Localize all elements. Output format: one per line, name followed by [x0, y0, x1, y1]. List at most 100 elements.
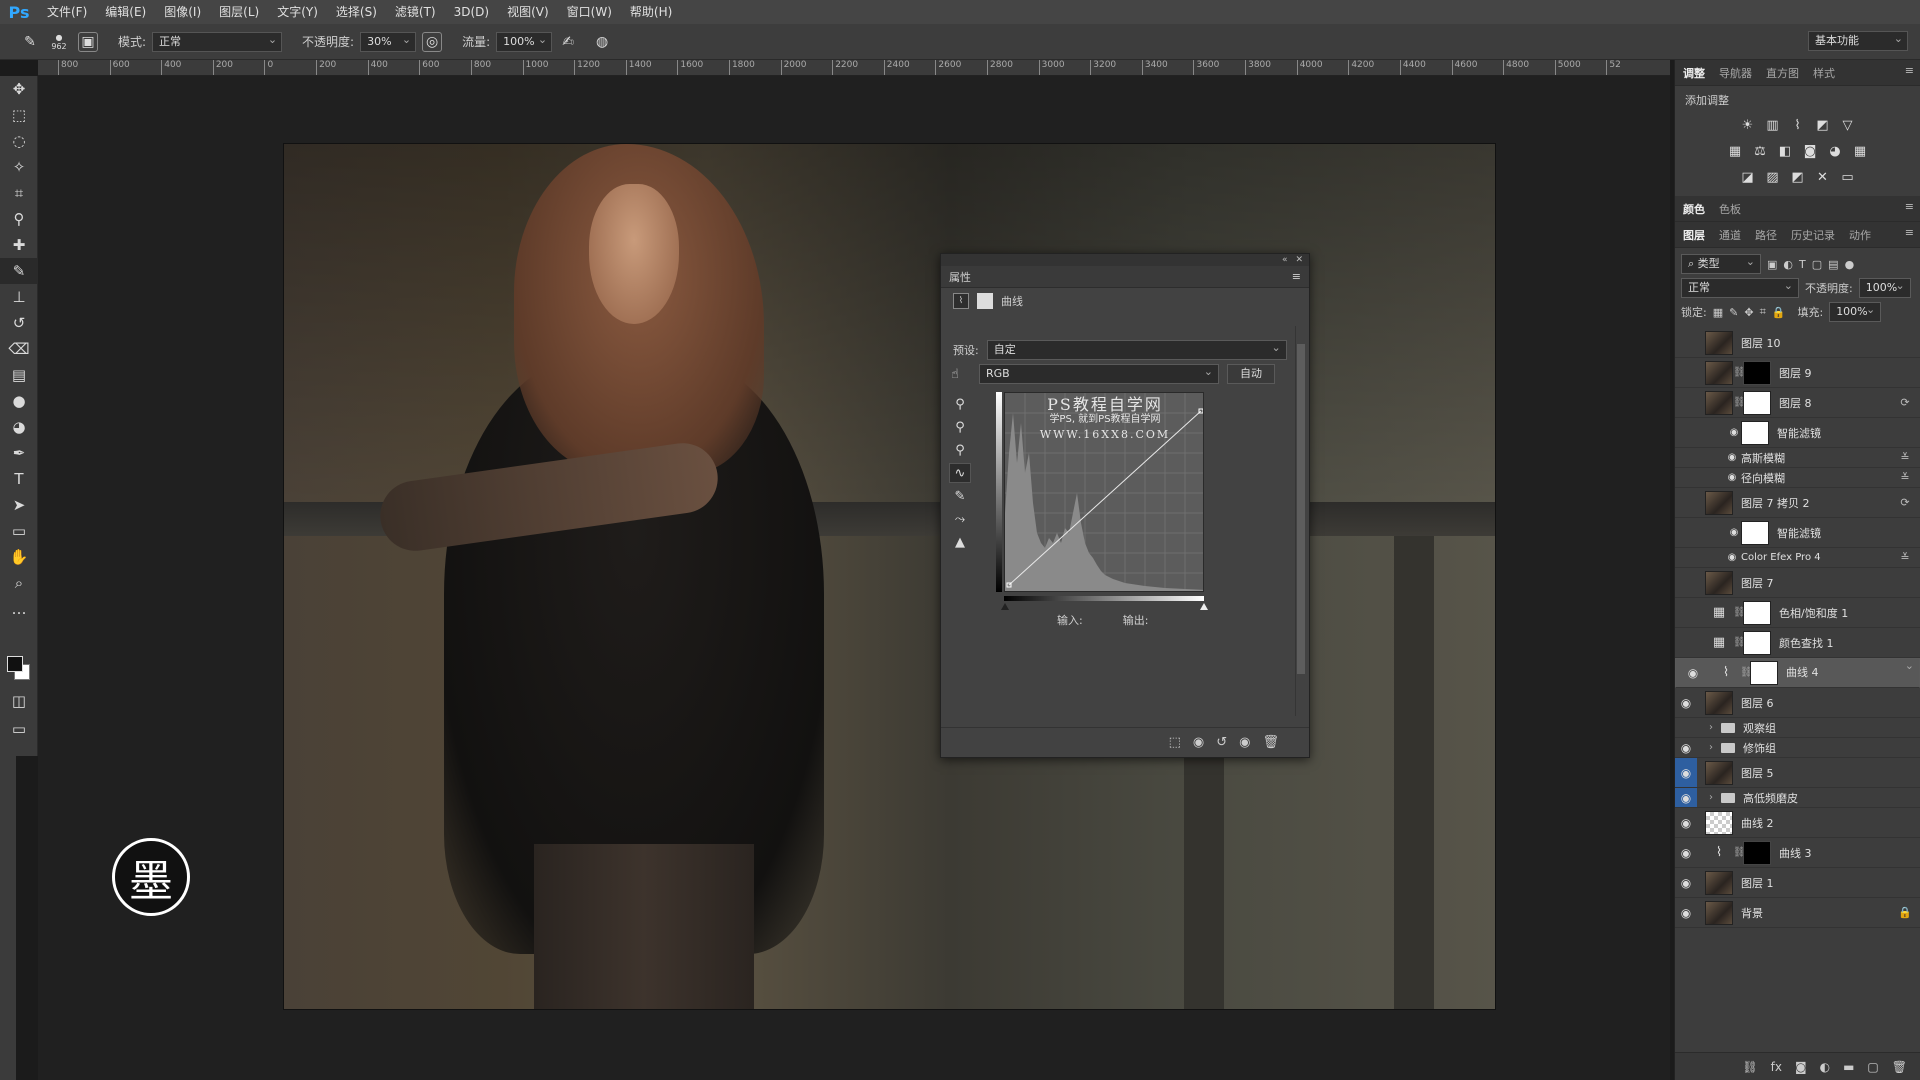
- shape-filter-icon[interactable]: ▢: [1812, 258, 1822, 271]
- visibility-eye-icon[interactable]: ◉: [1675, 721, 1697, 735]
- menu-image[interactable]: 图像(I): [155, 0, 210, 24]
- fill-input[interactable]: 100%: [1829, 301, 1882, 322]
- delete-icon[interactable]: 🗑: [1262, 735, 1279, 750]
- color-lookup-icon[interactable]: ▦: [1852, 144, 1868, 159]
- layer-row[interactable]: ◉ 曲线 2: [1675, 808, 1920, 838]
- preset-select[interactable]: 自定: [986, 339, 1287, 360]
- new-group-icon[interactable]: ▬: [1843, 1060, 1854, 1074]
- history-brush-tool-icon[interactable]: ↺: [0, 310, 38, 336]
- threshold-icon[interactable]: ◩: [1790, 170, 1806, 185]
- visibility-eye-icon[interactable]: ◉: [1675, 758, 1697, 787]
- color-balance-icon[interactable]: ⚖: [1752, 144, 1768, 159]
- posterize-icon[interactable]: ▨: [1765, 170, 1781, 185]
- filter-options-icon[interactable]: ≚: [1896, 551, 1914, 564]
- scrollbar-thumb[interactable]: [1297, 344, 1305, 674]
- layer-mask-thumbnail[interactable]: [1743, 600, 1771, 625]
- rectangle-tool-icon[interactable]: ▭: [0, 518, 38, 544]
- view-previous-icon[interactable]: ◉: [1193, 735, 1204, 750]
- delete-layer-icon[interactable]: 🗑: [1892, 1060, 1907, 1074]
- quick-select-tool-icon[interactable]: ✧: [0, 154, 38, 180]
- visibility-eye-icon[interactable]: ◉: [1675, 606, 1697, 620]
- layer-mask-thumbnail[interactable]: [1743, 840, 1771, 865]
- smart-filter-mask-thumbnail[interactable]: [1741, 420, 1769, 445]
- pixel-filter-icon[interactable]: ▣: [1767, 258, 1777, 271]
- link-icon[interactable]: ⛓: [1733, 397, 1746, 408]
- brush-tool-icon[interactable]: ✎: [0, 258, 38, 284]
- reset-icon[interactable]: ↺: [1216, 735, 1227, 750]
- layer-row[interactable]: ◉ 图层 7 拷贝 2 ⟳: [1675, 488, 1920, 518]
- close-icon[interactable]: ✕: [1295, 255, 1303, 265]
- gradient-tool-icon[interactable]: ▤: [0, 362, 38, 388]
- filter-row[interactable]: ◉ 高斯模糊 ≚: [1675, 448, 1920, 468]
- white-slider-handle[interactable]: [1200, 603, 1208, 610]
- airbrush-icon[interactable]: ✍: [558, 32, 578, 52]
- visibility-eye-icon[interactable]: ◉: [1725, 452, 1739, 463]
- expand-caret-icon[interactable]: ›: [1705, 792, 1717, 803]
- levels-icon[interactable]: ▥: [1765, 118, 1781, 133]
- black-white-icon[interactable]: ◧: [1777, 144, 1793, 159]
- curve-graph[interactable]: PS教程自学网 学PS, 就到PS教程自学网 WWW.16XX8.COM: [1004, 392, 1204, 592]
- layer-row[interactable]: ◉ 图层 7: [1675, 568, 1920, 598]
- type-tool-icon[interactable]: T: [0, 466, 38, 492]
- black-slider-handle[interactable]: [1001, 603, 1009, 610]
- tab-properties[interactable]: 属性: [949, 269, 971, 285]
- panel-menu-icon[interactable]: ≡: [1905, 200, 1914, 213]
- link-layers-icon[interactable]: ⛓: [1742, 1060, 1757, 1074]
- invert-icon[interactable]: ◪: [1740, 170, 1756, 185]
- link-icon[interactable]: ⛓: [1733, 637, 1746, 648]
- flow-input[interactable]: 100%: [496, 31, 553, 52]
- tab-histogram[interactable]: 直方图: [1766, 65, 1799, 81]
- brush-preset-picker[interactable]: ● 962: [46, 32, 72, 52]
- lock-transparency-icon[interactable]: ▦: [1713, 306, 1723, 319]
- menu-help[interactable]: 帮助(H): [621, 0, 681, 24]
- tab-styles[interactable]: 样式: [1813, 65, 1835, 81]
- menu-select[interactable]: 选择(S): [327, 0, 386, 24]
- channel-mixer-icon[interactable]: ◕: [1827, 144, 1843, 159]
- auto-button[interactable]: 自动: [1227, 364, 1275, 384]
- group-row[interactable]: ◉ › 观察组: [1675, 718, 1920, 738]
- lock-pixels-icon[interactable]: ✎: [1729, 306, 1738, 319]
- layer-row[interactable]: ◉ 图层 1: [1675, 868, 1920, 898]
- dodge-tool-icon[interactable]: ◕: [0, 414, 38, 440]
- move-tool-icon[interactable]: ✥: [0, 76, 38, 102]
- blur-tool-icon[interactable]: ●: [0, 388, 38, 414]
- visibility-eye-icon[interactable]: ◉: [1675, 696, 1697, 710]
- visibility-eye-icon[interactable]: ◉: [1675, 846, 1697, 860]
- white-point-eyedropper-icon[interactable]: ⚲: [949, 440, 971, 460]
- workspace-select[interactable]: 基本功能: [1808, 30, 1908, 51]
- brush-tool-icon[interactable]: ✎: [20, 32, 40, 52]
- smooth-curve-icon[interactable]: ⤳: [949, 509, 971, 529]
- tab-layers[interactable]: 图层: [1683, 227, 1705, 243]
- visibility-eye-icon[interactable]: ◉: [1725, 472, 1739, 483]
- layer-row[interactable]: ◉ ▦ ⛓ 颜色查找 1: [1675, 628, 1920, 658]
- zoom-tool-icon[interactable]: ⌕: [0, 570, 38, 596]
- visibility-eye-icon[interactable]: ◉: [1675, 636, 1697, 650]
- smart-filter-row[interactable]: ◉ ◉ 智能滤镜: [1675, 518, 1920, 548]
- visibility-eye-icon[interactable]: ◉: [1675, 526, 1697, 540]
- draw-curve-pencil-icon[interactable]: ✎: [949, 486, 971, 506]
- layer-row-selected[interactable]: ◉ ⌇ ⛓ 曲线 4: [1675, 657, 1920, 688]
- menu-view[interactable]: 视图(V): [498, 0, 558, 24]
- curves-icon[interactable]: ⌇: [1790, 118, 1806, 133]
- expand-caret-icon[interactable]: ›: [1705, 742, 1717, 753]
- layer-row[interactable]: ◉ ⛓ 图层 9: [1675, 358, 1920, 388]
- foreground-color-swatch[interactable]: [7, 656, 23, 672]
- tab-paths[interactable]: 路径: [1755, 227, 1777, 243]
- canvas-area[interactable]: 墨: [38, 76, 1670, 1080]
- smart-object-filter-icon[interactable]: ▤: [1828, 258, 1838, 271]
- document-image[interactable]: [283, 143, 1496, 1010]
- pressure-opacity-icon[interactable]: ◎: [422, 31, 443, 52]
- new-adjustment-icon[interactable]: ◐: [1820, 1060, 1830, 1074]
- menu-window[interactable]: 窗口(W): [558, 0, 621, 24]
- selective-color-icon[interactable]: ✕: [1815, 170, 1831, 185]
- menu-type[interactable]: 文字(Y): [268, 0, 327, 24]
- layer-row[interactable]: ◉ 图层 6: [1675, 688, 1920, 718]
- layer-mask-thumbnail[interactable]: [1750, 661, 1778, 685]
- healing-brush-tool-icon[interactable]: ✚: [0, 232, 38, 258]
- clipping-warning-icon[interactable]: ▲: [949, 532, 971, 552]
- mask-icon[interactable]: [977, 293, 993, 309]
- visibility-eye-icon[interactable]: ◉: [1675, 496, 1697, 510]
- blend-mode-select[interactable]: 正常: [1681, 277, 1799, 298]
- eraser-tool-icon[interactable]: ⌫: [0, 336, 38, 362]
- mode-select[interactable]: 正常: [152, 31, 283, 52]
